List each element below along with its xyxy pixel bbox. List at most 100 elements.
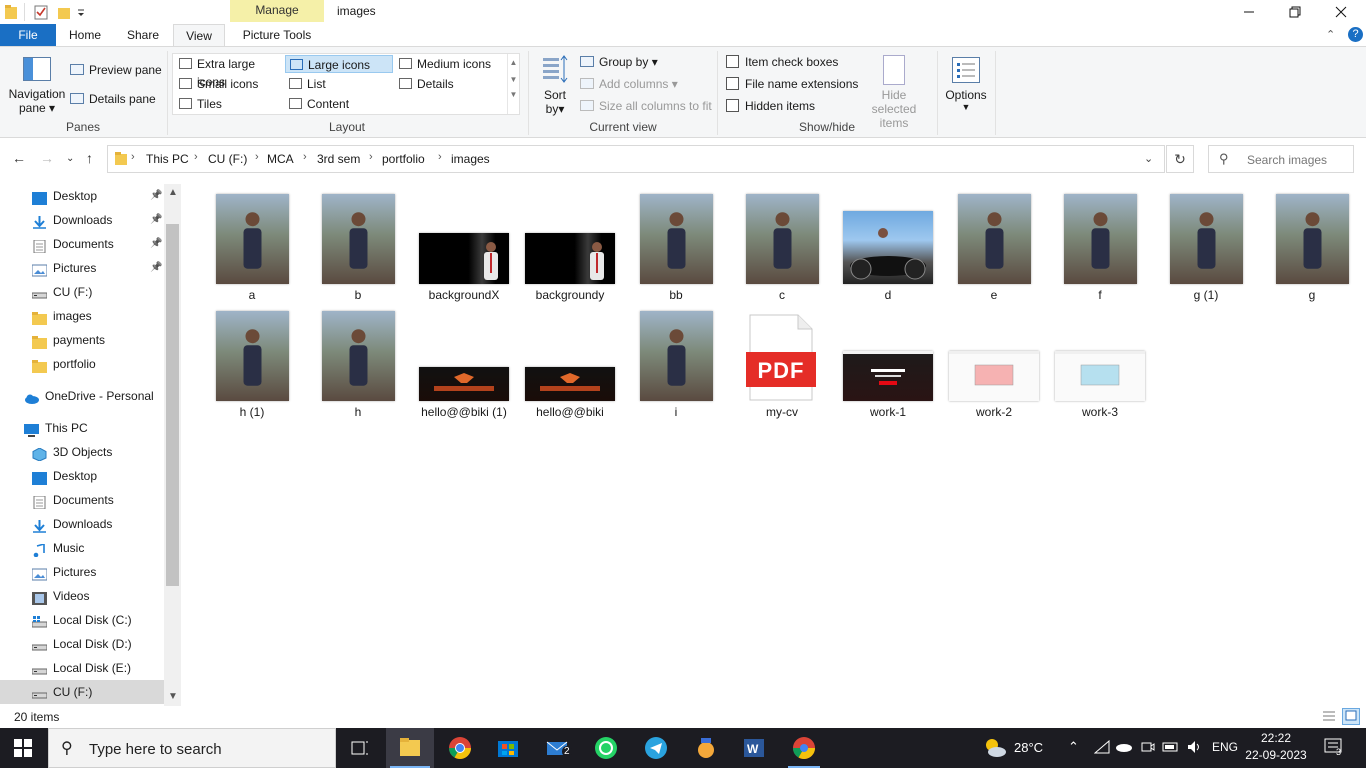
up-arrow-icon[interactable]: ↑	[86, 150, 93, 166]
nav-item-onedrive[interactable]: OneDrive - Personal	[0, 384, 164, 408]
notification-icon[interactable]: 3	[1324, 738, 1344, 759]
tab-share[interactable]: Share	[118, 24, 168, 46]
minimize-icon[interactable]	[1226, 0, 1272, 24]
navigation-pane-button[interactable]: Navigation pane ▾	[8, 53, 66, 119]
tab-home[interactable]: Home	[60, 24, 110, 46]
forward-arrow-icon[interactable]: →	[40, 150, 54, 166]
layout-list[interactable]: List	[285, 75, 393, 93]
nav-item-pc-1[interactable]: Desktop	[0, 464, 164, 488]
scroll-thumb[interactable]	[166, 224, 179, 586]
nav-item-pc-3[interactable]: Downloads	[0, 512, 164, 536]
pin-icon[interactable]: 📌	[150, 232, 162, 256]
nav-scrollbar[interactable]: ▲ ▼	[164, 184, 181, 706]
nav-item-pc-2[interactable]: Documents	[0, 488, 164, 512]
nav-item-this-pc[interactable]: This PC	[0, 416, 164, 440]
scroll-up-icon[interactable]: ▲	[168, 187, 178, 198]
file-item[interactable]: f	[1048, 184, 1152, 302]
breadcrumb-cu-drive[interactable]: CU (F:)	[208, 152, 247, 166]
restore-icon[interactable]	[1272, 0, 1318, 24]
file-item[interactable]: work-2	[942, 301, 1046, 419]
breadcrumb-this-pc[interactable]: This PC	[146, 152, 189, 166]
file-item[interactable]: i	[624, 301, 728, 419]
preview-pane-button[interactable]: Preview pane	[70, 63, 162, 77]
chevron-right-icon[interactable]: ›	[131, 151, 135, 163]
recent-locations-icon[interactable]: ⌄	[66, 153, 74, 164]
breadcrumb-mca[interactable]: MCA	[267, 152, 294, 166]
telegram-icon[interactable]	[640, 732, 672, 764]
nav-item-pc-6[interactable]: Videos	[0, 584, 164, 608]
file-item[interactable]: b	[306, 184, 410, 302]
file-item[interactable]: g	[1260, 184, 1364, 302]
language-indicator[interactable]: ENG	[1212, 740, 1238, 754]
layout-extra-large-icons[interactable]: Extra large icons	[175, 55, 283, 89]
search-input[interactable]: ⚲ Search images	[1208, 145, 1354, 173]
nav-item-quick-6[interactable]: payments	[0, 328, 164, 352]
layout-small-icons[interactable]: Small icons	[175, 75, 283, 93]
clock-time[interactable]: 22:22	[1246, 731, 1306, 745]
show-hidden-icons-icon[interactable]: ⌃	[1068, 739, 1079, 755]
details-pane-button[interactable]: Details pane	[70, 92, 156, 106]
windows-start-icon[interactable]	[14, 739, 32, 760]
weather-temp[interactable]: 28°C	[1014, 740, 1043, 755]
chevron-right-icon[interactable]: ›	[194, 151, 198, 163]
file-item[interactable]: work-3	[1048, 301, 1152, 419]
customize-toolbar-icon[interactable]	[76, 4, 90, 20]
layout-medium-icons[interactable]: Medium icons	[395, 55, 505, 73]
file-item[interactable]: g (1)	[1154, 184, 1258, 302]
volume-icon[interactable]	[1186, 739, 1204, 758]
hidden-items-toggle[interactable]: Hidden items	[726, 99, 815, 113]
chrome-icon[interactable]	[444, 732, 476, 764]
task-view-icon[interactable]	[344, 732, 376, 764]
collapse-ribbon-icon[interactable]: ⌃	[1326, 28, 1335, 41]
nav-item-pc-8[interactable]: Local Disk (D:)	[0, 632, 164, 656]
address-dropdown-icon[interactable]: ⌄	[1144, 152, 1153, 165]
nav-item-pc-5[interactable]: Pictures	[0, 560, 164, 584]
breadcrumb-portfolio[interactable]: portfolio	[382, 152, 425, 166]
size-columns-button[interactable]: Size all columns to fit	[580, 99, 712, 113]
chevron-right-icon[interactable]: ›	[438, 151, 442, 163]
file-item[interactable]: PDF my-cv	[730, 301, 834, 419]
scroll-down-icon[interactable]: ▼	[168, 691, 178, 702]
hide-selected-button[interactable]: Hide selected items	[858, 53, 930, 130]
mail-icon[interactable]: 2	[542, 732, 574, 764]
nav-item-quick-5[interactable]: images	[0, 304, 164, 328]
layout-tiles[interactable]: Tiles	[175, 95, 283, 113]
nav-item-quick-2[interactable]: Documents 📌	[0, 232, 164, 256]
file-item[interactable]: hello@@biki (1)	[412, 301, 516, 419]
file-item[interactable]: hello@@biki	[518, 301, 622, 419]
file-item[interactable]: h (1)	[200, 301, 304, 419]
new-folder-icon[interactable]	[57, 4, 71, 20]
chevron-right-icon[interactable]: ›	[303, 151, 307, 163]
chevron-right-icon[interactable]: ›	[255, 151, 259, 163]
file-item[interactable]: bb	[624, 184, 728, 302]
nav-item-pc-0[interactable]: 3D Objects	[0, 440, 164, 464]
microsoft-store-icon[interactable]	[492, 732, 524, 764]
layout-large-icons[interactable]: Large icons	[285, 55, 393, 73]
pin-icon[interactable]: 📌	[150, 184, 162, 208]
add-columns-button[interactable]: Add columns ▾	[580, 77, 678, 91]
properties-icon[interactable]	[34, 4, 48, 20]
nav-item-quick-1[interactable]: Downloads 📌	[0, 208, 164, 232]
pin-icon[interactable]: 📌	[150, 208, 162, 232]
back-arrow-icon[interactable]: ←	[12, 150, 26, 166]
nav-item-quick-3[interactable]: Pictures 📌	[0, 256, 164, 280]
network-icon[interactable]	[1093, 739, 1110, 757]
options-button[interactable]: Options ▼	[942, 53, 990, 119]
file-item[interactable]: backgroundX	[412, 184, 516, 302]
layout-content[interactable]: Content	[285, 95, 393, 113]
weather-icon[interactable]	[982, 735, 1008, 764]
file-item[interactable]: a	[200, 184, 304, 302]
file-item[interactable]: e	[942, 184, 1046, 302]
nav-item-quick-0[interactable]: Desktop 📌	[0, 184, 164, 208]
battery-icon[interactable]	[1162, 740, 1180, 757]
layout-scroll[interactable]: ▲ ▼ ▼	[507, 54, 519, 114]
nav-item-pc-4[interactable]: Music	[0, 536, 164, 560]
file-explorer-icon[interactable]	[386, 728, 434, 768]
onedrive-icon[interactable]	[1115, 741, 1133, 756]
tab-file[interactable]: File	[0, 24, 56, 46]
breadcrumb-3rd-sem[interactable]: 3rd sem	[317, 152, 360, 166]
chrome-profile-icon[interactable]	[786, 728, 822, 768]
breadcrumb-images[interactable]: images	[451, 152, 490, 166]
word-icon[interactable]: W	[738, 732, 770, 764]
file-item[interactable]: c	[730, 184, 834, 302]
